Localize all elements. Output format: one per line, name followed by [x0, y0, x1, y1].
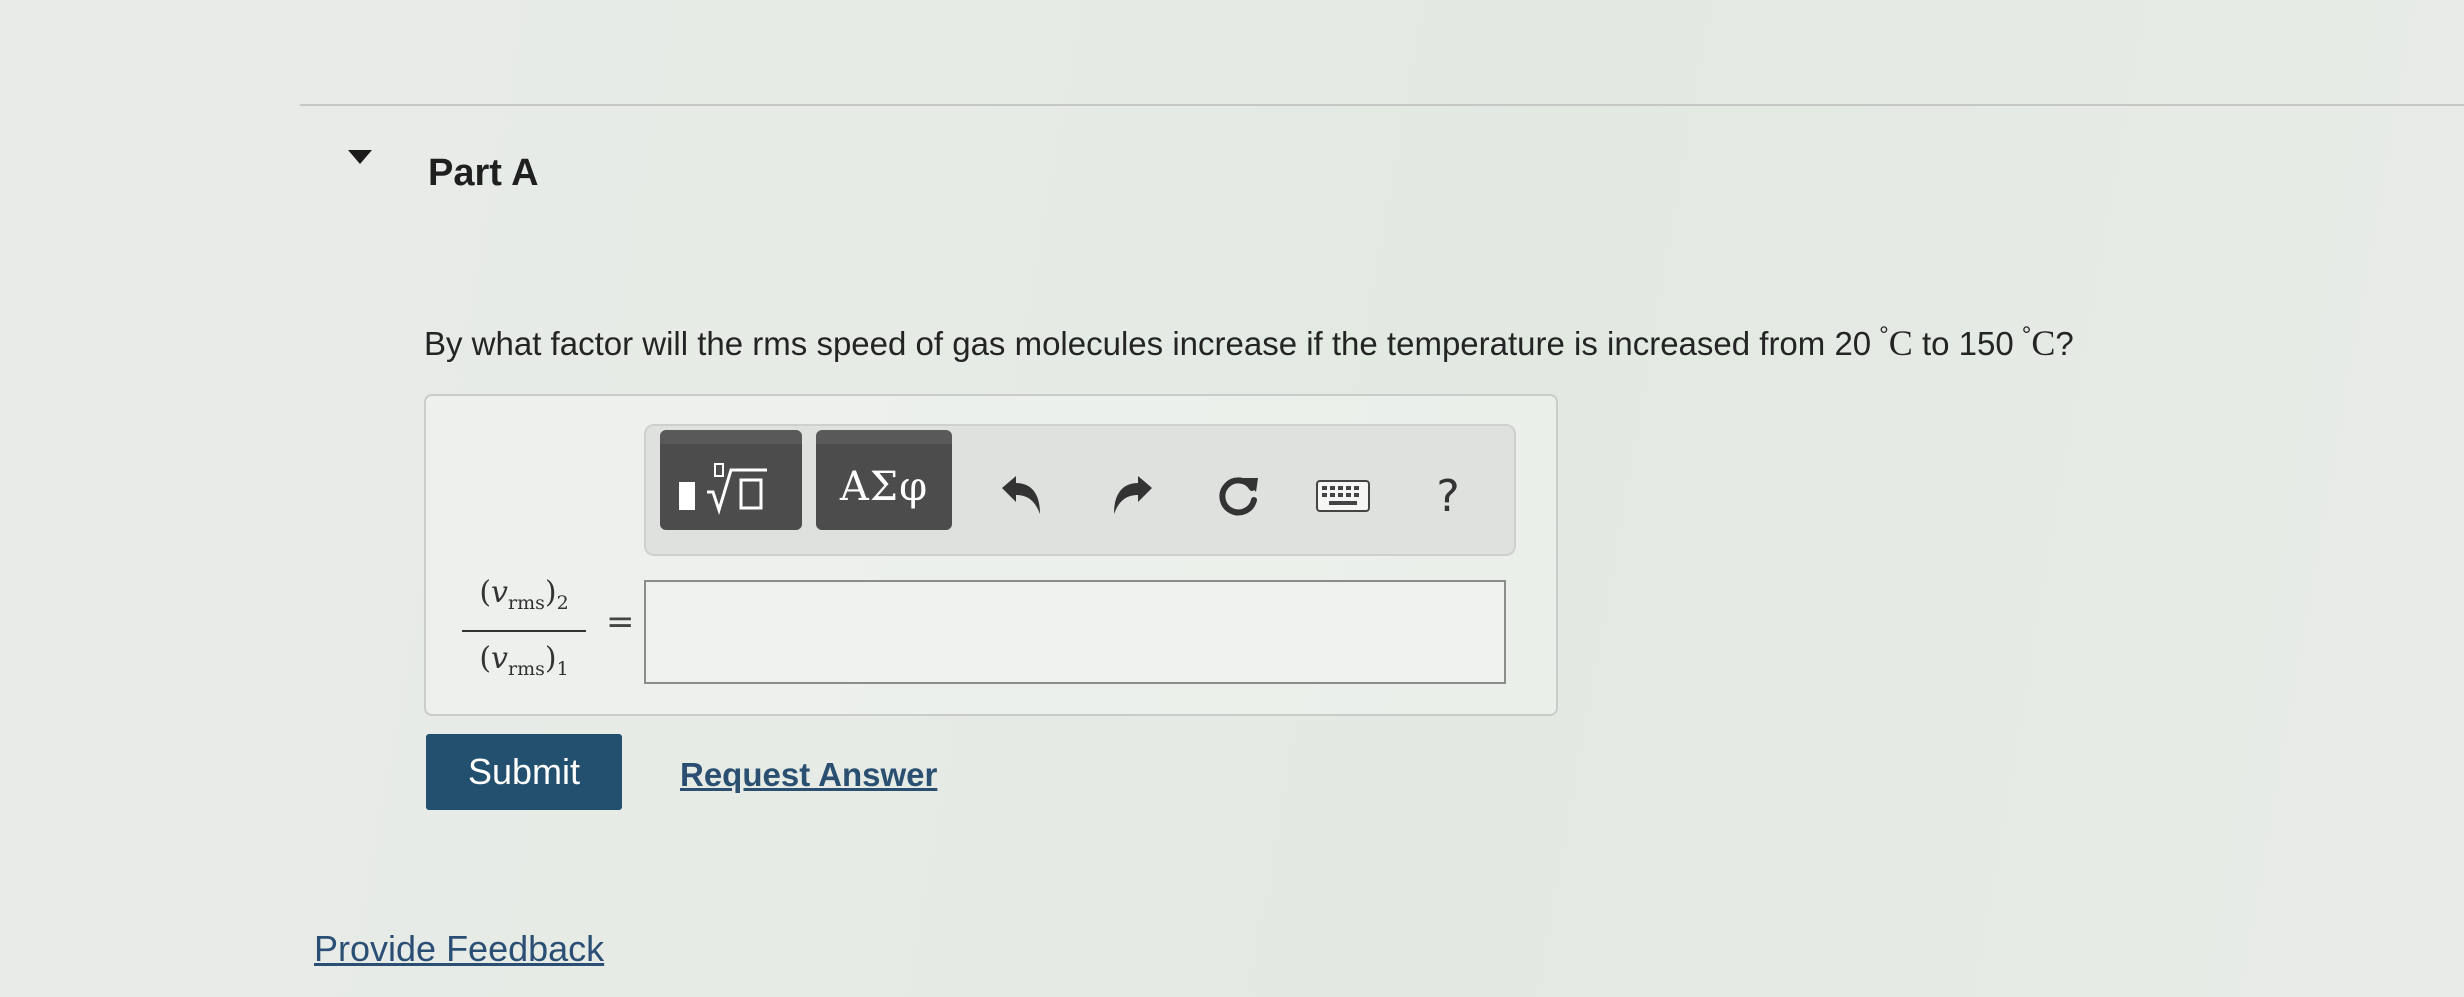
degree-symbol: ° — [1879, 322, 1889, 349]
fraction-bar — [462, 630, 586, 632]
caret-down-icon[interactable] — [348, 150, 372, 164]
keyboard-button[interactable] — [1310, 466, 1376, 526]
answer-input[interactable] — [644, 580, 1506, 684]
numerator-sub: rms — [508, 592, 545, 614]
request-answer-link[interactable]: Request Answer — [680, 756, 937, 794]
question-prefix: By what factor will the rms speed of gas… — [424, 325, 1872, 362]
undo-icon — [1002, 476, 1040, 514]
question-middle: to 150 — [1921, 325, 2014, 362]
greek-symbols-button[interactable]: ΑΣφ — [816, 430, 952, 530]
templates-button[interactable] — [660, 430, 802, 530]
reset-button[interactable] — [1208, 466, 1268, 526]
ratio-numerator: (vrms)2 — [479, 575, 569, 614]
redo-button[interactable] — [1102, 466, 1162, 526]
ratio-label: (vrms)2 (vrms)1 — [462, 570, 586, 692]
help-button[interactable]: ? — [1420, 466, 1476, 526]
temp2-unit: C — [2031, 323, 2056, 363]
temp1-unit: C — [1888, 323, 1913, 363]
templates-icon — [679, 463, 767, 515]
question-suffix: ? — [2055, 325, 2074, 362]
equals-sign: = — [606, 602, 635, 642]
section-divider — [300, 104, 2464, 106]
numerator-var: v — [491, 575, 508, 610]
denominator-index: 1 — [556, 658, 569, 680]
ratio-denominator: (vrms)1 — [479, 641, 569, 680]
greek-symbols-label: ΑΣφ — [839, 464, 929, 510]
redo-icon — [1114, 476, 1152, 514]
question-text: By what factor will the rms speed of gas… — [424, 322, 2074, 364]
numerator-index: 2 — [556, 592, 569, 614]
denominator-var: v — [491, 641, 508, 676]
keyboard-icon — [1316, 480, 1370, 512]
reset-icon — [1219, 477, 1258, 516]
part-toggle[interactable] — [348, 150, 372, 164]
degree-symbol: ° — [2021, 322, 2032, 349]
undo-button[interactable] — [992, 466, 1052, 526]
denominator-sub: rms — [508, 658, 545, 680]
part-title[interactable]: Part A — [428, 152, 539, 195]
provide-feedback-link[interactable]: Provide Feedback — [314, 928, 604, 970]
submit-button[interactable]: Submit — [426, 734, 622, 810]
